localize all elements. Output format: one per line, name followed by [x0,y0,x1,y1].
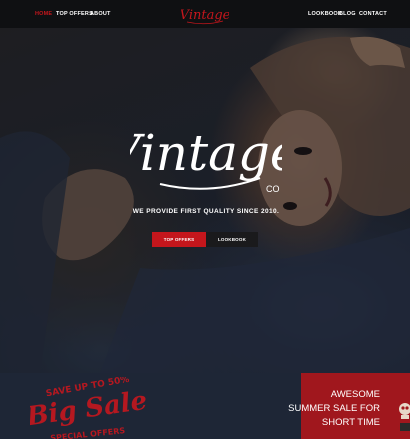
panel-line-1: AWESOME [330,389,380,400]
nav-link-about[interactable]: ABOUT [90,11,111,17]
badge-bottom-text: SPECIAL OFFERS [50,426,126,439]
nav-link-top-offers[interactable]: TOP OFFERS [56,11,93,17]
promo-strip: SAVE UP TO 50% Big Sale SPECIAL OFFERS A… [0,373,410,439]
nav-link-blog[interactable]: BLOG [339,11,356,17]
hero-logo: Vintage CO [130,124,282,194]
nav-link-contact[interactable]: CONTACT [359,11,387,17]
hero-logo-suffix: CO [266,184,280,194]
nav-logo-text: Vintage [181,8,229,23]
panel-line-2: SUMMER SALE FOR [288,403,380,414]
top-navbar: HOME TOP OFFERS ABOUT Vintage LOOKBOOK B… [0,0,410,28]
lookbook-button[interactable]: LOOKBOOK [206,232,258,247]
top-offers-button[interactable]: TOP OFFERS [152,232,206,247]
summer-sale-panel[interactable]: AWESOME SUMMER SALE FOR SHORT TIME [288,373,410,439]
hero-section: Vintage CO WE PROVIDE FIRST QUALITY SINC… [0,28,410,373]
hero-overlay [0,28,410,373]
hero-logo-text: Vintage [130,124,282,182]
nav-logo[interactable]: Vintage [181,2,229,26]
big-sale-badge[interactable]: SAVE UP TO 50% Big Sale SPECIAL OFFERS [30,377,160,439]
skull-decoration-icon [399,403,410,431]
nav-link-home[interactable]: HOME [35,11,52,17]
panel-line-3: SHORT TIME [321,417,380,428]
hero-tagline: WE PROVIDE FIRST QUALITY SINCE 2010. [132,208,280,215]
nav-link-lookbook[interactable]: LOOKBOOK [308,11,342,17]
